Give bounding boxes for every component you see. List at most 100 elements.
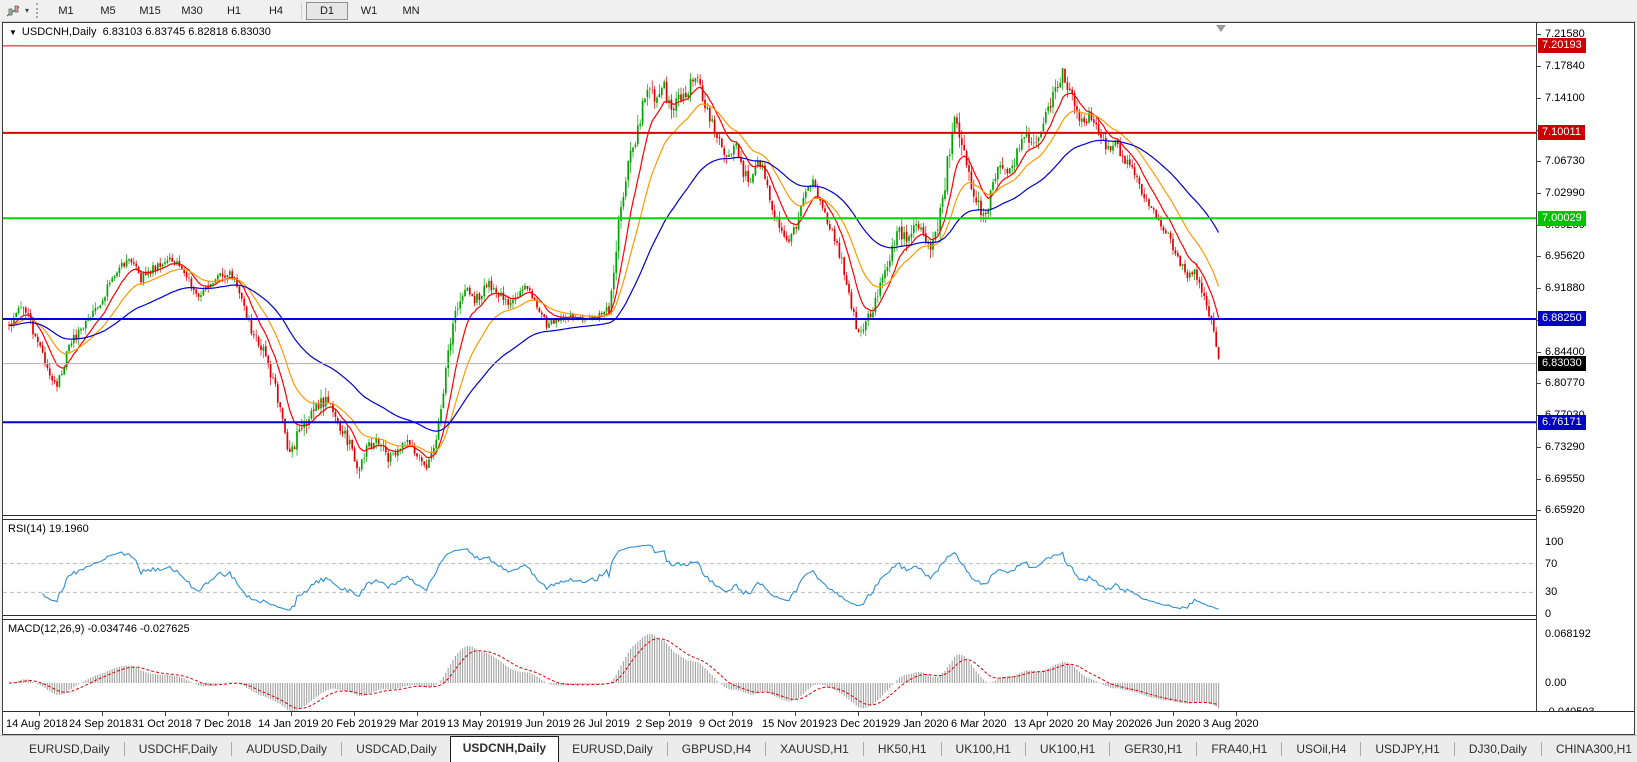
date-axis-label: 29 Mar 2019 bbox=[384, 718, 446, 730]
timeframe-button-h4[interactable]: H4 bbox=[255, 2, 297, 20]
rsi-scale-label: 30 bbox=[1545, 586, 1557, 598]
date-axis-tick bbox=[1173, 712, 1174, 716]
date-axis-tick bbox=[984, 712, 985, 716]
date-axis-label: 13 May 2019 bbox=[447, 718, 511, 730]
pane-splitter[interactable] bbox=[3, 615, 1634, 620]
tab-divider bbox=[1454, 742, 1455, 756]
price-axis[interactable]: 7.215807.178407.141007.103607.067307.029… bbox=[1536, 23, 1634, 712]
date-axis-tick bbox=[543, 712, 544, 716]
tab-xauusd-h1[interactable]: XAUUSD,H1 bbox=[767, 738, 862, 762]
price-axis-tick bbox=[1537, 193, 1541, 194]
rsi-indicator-label: RSI(14) 19.1960 bbox=[8, 523, 89, 535]
pane-splitter[interactable] bbox=[3, 515, 1634, 520]
date-axis-tick bbox=[228, 712, 229, 716]
date-axis-tick bbox=[102, 712, 103, 716]
chart-expand-icon[interactable]: ▼ bbox=[9, 28, 17, 37]
timeframe-button-m15[interactable]: M15 bbox=[129, 2, 171, 20]
rsi-scale-label: 100 bbox=[1545, 536, 1563, 548]
date-axis-tick bbox=[858, 712, 859, 716]
timeframe-button-d1[interactable]: D1 bbox=[306, 2, 348, 20]
tab-usoil-h4[interactable]: USOil,H4 bbox=[1283, 738, 1359, 762]
date-axis-label: 29 Jan 2020 bbox=[888, 718, 949, 730]
price-axis-label: 7.02990 bbox=[1545, 187, 1585, 199]
tab-usdjpy-h1[interactable]: USDJPY,H1 bbox=[1362, 738, 1452, 762]
tab-gbpusd-h4[interactable]: GBPUSD,H4 bbox=[669, 738, 764, 762]
price-axis-tick bbox=[1537, 98, 1541, 99]
tab-dj30-daily[interactable]: DJ30,Daily bbox=[1456, 738, 1540, 762]
rsi-scale-label: 0 bbox=[1545, 608, 1551, 620]
tab-china300-h1[interactable]: CHINA300,H1 bbox=[1543, 738, 1637, 762]
price-axis-label: 7.14100 bbox=[1545, 92, 1585, 104]
date-axis-tick bbox=[480, 712, 481, 716]
date-axis-label: 14 Jan 2019 bbox=[258, 718, 319, 730]
price-axis-tick bbox=[1537, 510, 1541, 511]
macd-histogram bbox=[9, 634, 1219, 712]
price-axis-label: 6.91880 bbox=[1545, 282, 1585, 294]
date-axis-label: 6 Mar 2020 bbox=[951, 718, 1007, 730]
toolbar-divider bbox=[301, 3, 302, 19]
timeframe-button-m5[interactable]: M5 bbox=[87, 2, 129, 20]
tab-fra40-h1[interactable]: FRA40,H1 bbox=[1198, 738, 1280, 762]
rsi-line bbox=[43, 545, 1219, 610]
date-axis-label: 20 May 2020 bbox=[1077, 718, 1141, 730]
timeframe-button-m30[interactable]: M30 bbox=[171, 2, 213, 20]
price-axis-tick bbox=[1537, 479, 1541, 480]
tab-hk50-h1[interactable]: HK50,H1 bbox=[865, 738, 940, 762]
current-price-tag: 6.83030 bbox=[1538, 356, 1586, 371]
timeframe-button-w1[interactable]: W1 bbox=[348, 2, 390, 20]
price-axis-label: 6.65920 bbox=[1545, 504, 1585, 516]
macd-scale-label: 0.068192 bbox=[1545, 628, 1591, 640]
tab-usdcad-daily[interactable]: USDCAD,Daily bbox=[343, 738, 450, 762]
date-axis-label: 19 Jun 2019 bbox=[510, 718, 571, 730]
tab-divider bbox=[1541, 742, 1542, 756]
tab-eurusd-daily[interactable]: EURUSD,Daily bbox=[16, 738, 123, 762]
timeframe-button-h1[interactable]: H1 bbox=[213, 2, 255, 20]
chart-tool-dropdown-icon[interactable]: ▾ bbox=[25, 6, 29, 15]
date-axis-tick bbox=[669, 712, 670, 716]
tab-usdchf-daily[interactable]: USDCHF,Daily bbox=[126, 738, 231, 762]
date-axis-tick bbox=[921, 712, 922, 716]
tab-divider bbox=[667, 742, 668, 756]
date-axis-tick bbox=[1047, 712, 1048, 716]
rsi-pane[interactable] bbox=[3, 520, 1536, 615]
main-price-pane[interactable] bbox=[3, 23, 1536, 515]
price-axis-label: 6.80770 bbox=[1545, 377, 1585, 389]
chart-title: ▼USDCNH,Daily 6.83103 6.83745 6.82818 6.… bbox=[9, 26, 271, 38]
date-axis[interactable]: 14 Aug 201824 Sep 201831 Oct 20187 Dec 2… bbox=[3, 711, 1634, 734]
tab-divider bbox=[1281, 742, 1282, 756]
macd-signal-line bbox=[9, 639, 1219, 709]
price-axis-label: 7.06730 bbox=[1545, 155, 1585, 167]
tab-ger30-h1[interactable]: GER30,H1 bbox=[1111, 738, 1195, 762]
timeframe-button-m1[interactable]: M1 bbox=[45, 2, 87, 20]
tab-divider bbox=[863, 742, 864, 756]
tab-uk100-h1[interactable]: UK100,H1 bbox=[943, 738, 1024, 762]
up-candle-bodies bbox=[11, 68, 1194, 469]
date-axis-label: 26 Jul 2019 bbox=[573, 718, 630, 730]
tab-eurusd-daily[interactable]: EURUSD,Daily bbox=[559, 738, 666, 762]
macd-pane[interactable] bbox=[3, 620, 1536, 712]
date-axis-tick bbox=[417, 712, 418, 716]
date-axis-label: 14 Aug 2018 bbox=[6, 718, 68, 730]
tab-audusd-daily[interactable]: AUDUSD,Daily bbox=[233, 738, 340, 762]
price-axis-tick bbox=[1537, 288, 1541, 289]
chart-cursor-icon[interactable] bbox=[4, 3, 24, 19]
tab-divider bbox=[1196, 742, 1197, 756]
price-axis-label: 6.73290 bbox=[1545, 441, 1585, 453]
rsi-scale-label: 70 bbox=[1545, 558, 1557, 570]
date-axis-tick bbox=[354, 712, 355, 716]
date-axis-tick bbox=[795, 712, 796, 716]
chart-tabs: EURUSD,DailyUSDCHF,DailyAUDUSD,DailyUSDC… bbox=[16, 736, 1637, 762]
chart-window-usdcnh[interactable]: ▼USDCNH,Daily 6.83103 6.83745 6.82818 6.… bbox=[2, 22, 1635, 735]
hline-price-tag: 7.10011 bbox=[1538, 125, 1585, 140]
tab-divider bbox=[1025, 742, 1026, 756]
hline-price-tag: 6.76171 bbox=[1538, 415, 1586, 430]
price-axis-label: 7.17840 bbox=[1545, 60, 1585, 72]
price-axis-tick bbox=[1537, 447, 1541, 448]
date-axis-label: 26 Jun 2020 bbox=[1140, 718, 1201, 730]
tab-usdcnh-daily[interactable]: USDCNH,Daily bbox=[450, 736, 559, 762]
chart-symbol-period: USDCNH,Daily bbox=[22, 26, 97, 38]
timeframe-button-mn[interactable]: MN bbox=[390, 2, 432, 20]
mt4-workspace: ▾ M1M5M15M30H1H4 D1W1MN ▼ USDCNH,Daily 6.8… bbox=[0, 0, 1637, 762]
tab-uk100-h1[interactable]: UK100,H1 bbox=[1027, 738, 1108, 762]
toolbar-grip[interactable] bbox=[36, 3, 38, 18]
